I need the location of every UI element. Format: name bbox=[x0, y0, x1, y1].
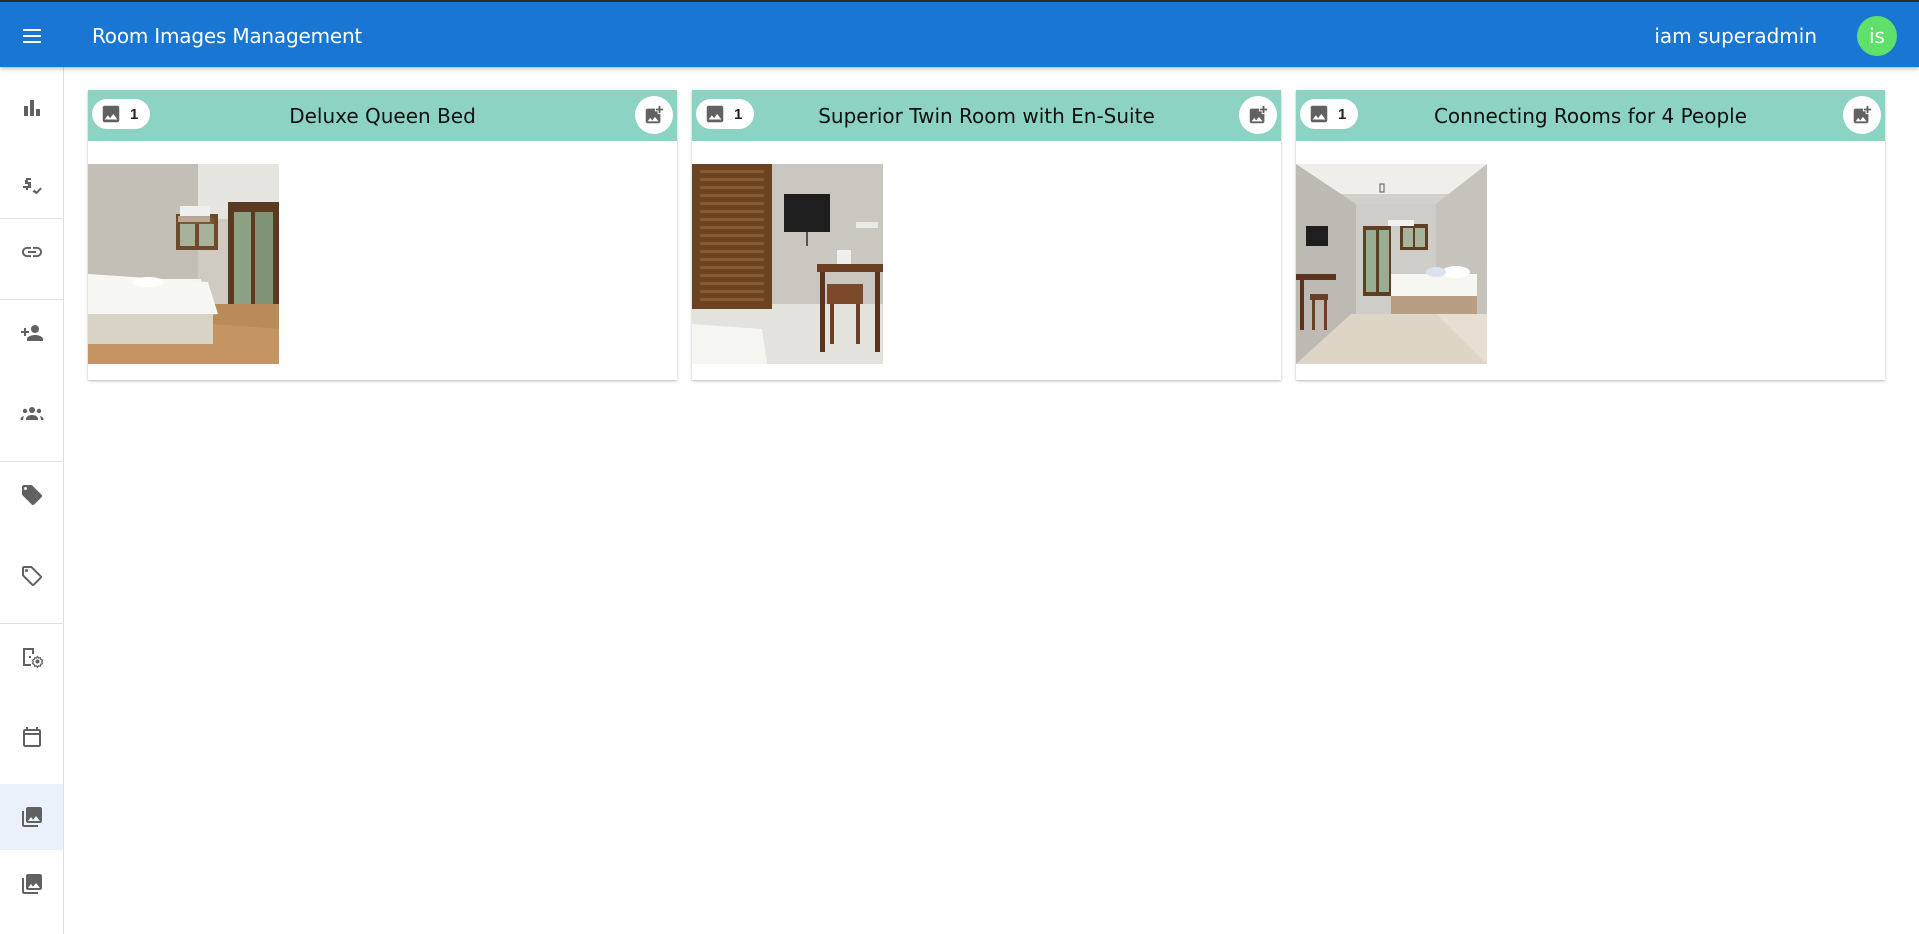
photo-library-icon bbox=[21, 874, 42, 894]
sidebar-item-dashboard[interactable] bbox=[0, 75, 63, 141]
link-icon bbox=[21, 247, 42, 257]
menu-icon bbox=[23, 29, 41, 43]
price-check-icon bbox=[22, 178, 42, 195]
room-title: Deluxe Queen Bed bbox=[289, 104, 476, 128]
avatar[interactable]: is bbox=[1857, 16, 1897, 56]
sidebar-item-pricing[interactable] bbox=[0, 153, 63, 219]
sidebar-item-add-user[interactable] bbox=[0, 300, 63, 366]
sidebar-item-gallery[interactable] bbox=[0, 851, 63, 917]
room-card-header: 1 Superior Twin Room with En-Suite bbox=[692, 90, 1281, 141]
room-photo bbox=[1296, 164, 1487, 364]
room-image-thumbnail[interactable] bbox=[88, 164, 279, 364]
groups-icon bbox=[20, 407, 43, 420]
sidebar-item-room-images[interactable] bbox=[0, 784, 63, 850]
add-image-button[interactable] bbox=[1239, 96, 1277, 134]
menu-button[interactable] bbox=[18, 22, 46, 50]
room-card: 1 Connecting Rooms for 4 People bbox=[1296, 90, 1885, 380]
calendar-icon bbox=[22, 727, 41, 747]
add-photo-icon bbox=[645, 105, 664, 124]
room-title: Superior Twin Room with En-Suite bbox=[818, 104, 1155, 128]
room-photo bbox=[88, 164, 279, 364]
room-card: 1 Deluxe Queen Bed bbox=[88, 90, 677, 380]
sidebar-item-room-settings[interactable] bbox=[0, 624, 63, 690]
sidebar bbox=[0, 67, 64, 934]
sidebar-item-tags[interactable] bbox=[0, 462, 63, 528]
sidebar-item-links[interactable] bbox=[0, 219, 63, 285]
room-photo bbox=[692, 164, 883, 364]
room-card: 1 Superior Twin Room with En-Suite bbox=[692, 90, 1281, 380]
room-image-thumbnail[interactable] bbox=[1296, 164, 1487, 364]
tag-icon bbox=[21, 485, 42, 505]
person-add-icon bbox=[20, 325, 43, 341]
room-card-header: 1 Deluxe Queen Bed bbox=[88, 90, 677, 141]
room-card-header: 1 Connecting Rooms for 4 People bbox=[1296, 90, 1885, 141]
tag-outline-icon bbox=[21, 566, 42, 586]
room-image-thumbnail[interactable] bbox=[692, 164, 883, 364]
add-photo-icon bbox=[1249, 105, 1268, 124]
bar-chart-icon bbox=[23, 100, 40, 116]
sidebar-item-tags-outline[interactable] bbox=[0, 543, 63, 609]
add-image-button[interactable] bbox=[1843, 96, 1881, 134]
sidebar-item-calendar[interactable] bbox=[0, 704, 63, 770]
photo-library-icon bbox=[21, 807, 42, 827]
add-photo-icon bbox=[1853, 105, 1872, 124]
sidebar-item-groups[interactable] bbox=[0, 380, 63, 446]
add-image-button[interactable] bbox=[635, 96, 673, 134]
user-name[interactable]: iam superadmin bbox=[1654, 24, 1817, 48]
page-title: Room Images Management bbox=[92, 24, 363, 48]
room-settings-icon bbox=[22, 648, 43, 669]
room-title: Connecting Rooms for 4 People bbox=[1433, 104, 1748, 128]
app-bar: Room Images Management iam superadmin is bbox=[0, 0, 1919, 67]
